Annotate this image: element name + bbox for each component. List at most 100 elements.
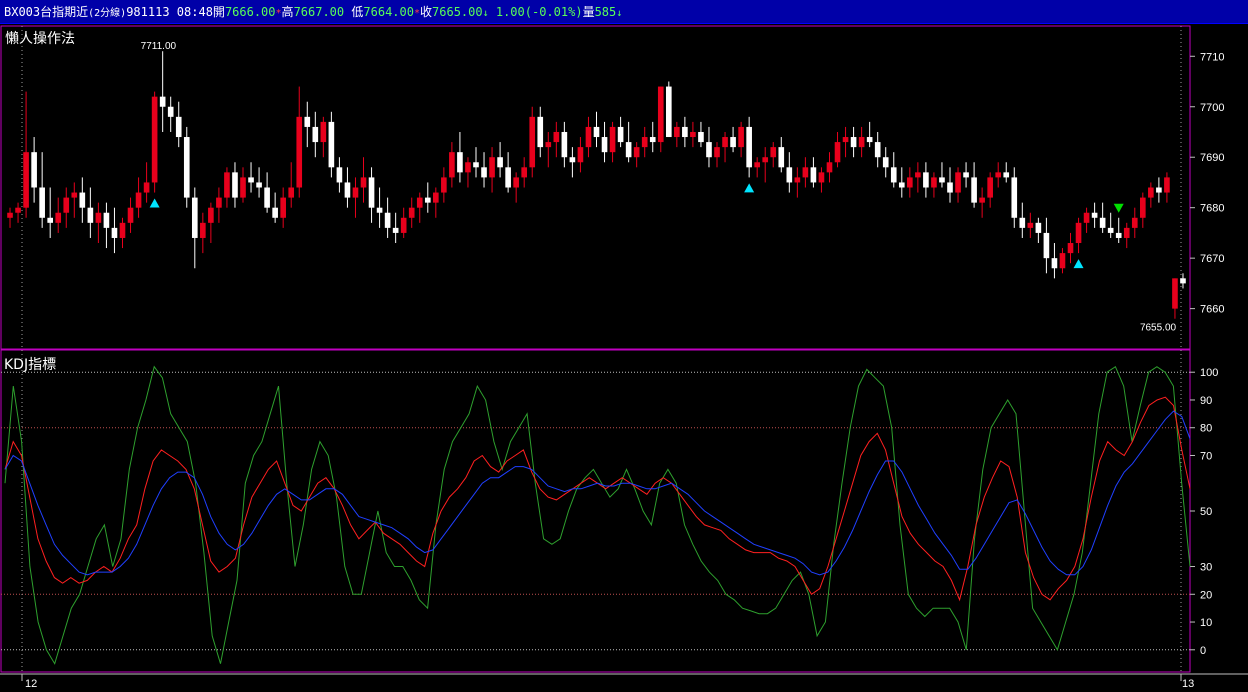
candle-body [31, 152, 37, 188]
candle-body [818, 172, 825, 183]
candle-body [1059, 253, 1066, 269]
close-label: 收 [420, 5, 433, 19]
candle-body [183, 137, 190, 198]
candle-body [609, 126, 616, 153]
candle-body [344, 182, 351, 198]
candle-body [754, 162, 760, 168]
candle-body [770, 147, 777, 158]
candle-body [915, 172, 921, 178]
candle-body [304, 116, 311, 127]
candle-body [368, 177, 375, 208]
open-label: 開 [212, 5, 225, 19]
candle-body [224, 172, 230, 198]
price-tick-label: 7690 [1200, 152, 1224, 164]
kdj-tick-label: 50 [1200, 506, 1212, 518]
candle-body [384, 212, 391, 228]
kdj-tick-label: 10 [1200, 617, 1212, 629]
candle-body [424, 197, 431, 203]
candle-body [995, 172, 1002, 178]
candle-body [159, 96, 166, 107]
candle-body [216, 197, 222, 208]
candle-body [1083, 212, 1090, 223]
kdj-panel-frame [0, 349, 1191, 673]
candle-body [416, 197, 423, 208]
candle-body [505, 167, 511, 188]
candle-body [15, 207, 21, 213]
candle-body [1164, 177, 1170, 193]
candle-body [521, 167, 528, 178]
candle-body [698, 131, 704, 143]
candle-body [939, 177, 945, 183]
interval-label[interactable]: (2分線) [88, 8, 126, 19]
candle-body [248, 177, 254, 183]
candle-body [842, 137, 849, 143]
candle-body [1091, 212, 1098, 218]
candle-body [971, 177, 977, 203]
candle-body [433, 192, 439, 203]
candle-body [111, 227, 118, 238]
open-value: 7666.00 [224, 5, 276, 19]
candle-body [1043, 232, 1050, 259]
close-value: 7665.00 [432, 5, 483, 19]
candle-body [730, 137, 736, 148]
price-high-marker: 7711.00 [141, 41, 177, 52]
candle-body [408, 207, 415, 218]
candle-body [1035, 222, 1042, 233]
kdj-j-line [4, 365, 1191, 665]
candle-body [208, 207, 214, 223]
candle-body [826, 162, 833, 173]
candle-body [7, 212, 13, 218]
candle-body [441, 177, 447, 193]
price-tick-label: 7680 [1200, 203, 1224, 215]
candle-body [103, 212, 110, 228]
candle-body [601, 137, 608, 153]
candle-body [328, 121, 335, 168]
candle-body [79, 192, 86, 208]
candle-body [240, 177, 246, 198]
trading-app: BX003台指期近(2分線)981113 08:48開7666.00*高7667… [0, 0, 1248, 692]
price-tick-label: 7700 [1200, 102, 1224, 114]
sell-signal-icon [1113, 203, 1124, 213]
candle-body [481, 167, 487, 178]
candle-body [746, 126, 752, 168]
candle-body [1051, 258, 1058, 269]
candle-body [47, 217, 53, 223]
candle-body [1099, 217, 1106, 228]
candle-body [191, 197, 198, 238]
candle-body [850, 137, 857, 148]
candle-body [1067, 243, 1074, 254]
candle-body [529, 116, 536, 168]
candle-body [23, 152, 29, 208]
candle-body [256, 182, 262, 188]
volume-value: 585 [594, 5, 617, 19]
candle-body [288, 187, 295, 198]
candle-body [907, 177, 913, 188]
candle-body [1180, 278, 1186, 284]
candle-body [489, 157, 495, 178]
candle-body [87, 207, 94, 223]
candle-body [762, 157, 769, 163]
chart-area[interactable]: 7710770076907680767076601009080705030201… [0, 24, 1248, 692]
candle-body [1011, 177, 1018, 218]
candle-body [1131, 217, 1138, 228]
buy-signal-icon [744, 183, 755, 193]
candle-body [633, 147, 640, 158]
candle-body [585, 126, 592, 148]
price-low-marker: 7655.00 [1140, 323, 1177, 334]
candle-body [778, 147, 785, 168]
candle-body [979, 197, 985, 203]
candle-body [947, 182, 953, 193]
candle-body [400, 217, 407, 233]
candle-body [119, 222, 126, 238]
candle-body [320, 121, 327, 143]
candle-body [280, 197, 286, 218]
symbol-code[interactable]: BX003 [4, 5, 40, 19]
candle-body [714, 147, 720, 158]
candle-body [312, 126, 319, 143]
candle-body [593, 126, 600, 138]
kdj-tick-label: 90 [1200, 395, 1212, 407]
candle-body [617, 126, 624, 143]
candle-body [513, 177, 519, 188]
high-label: 高 [281, 5, 294, 19]
candle-body [955, 172, 961, 193]
